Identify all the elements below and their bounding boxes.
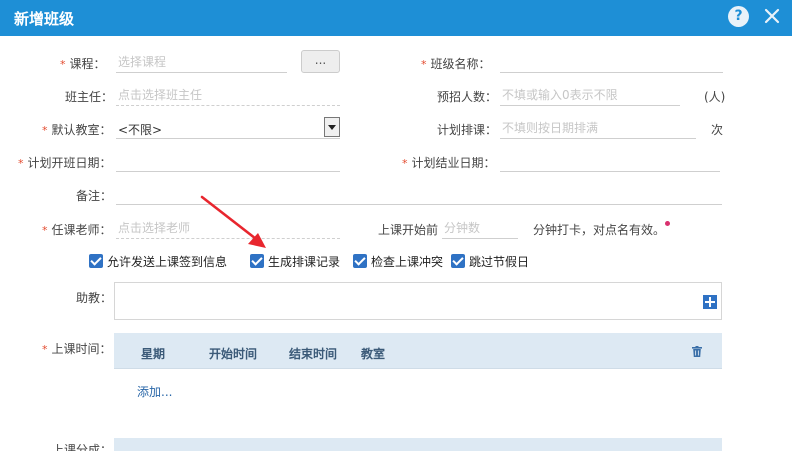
checkbox-allow-checkin-message[interactable]: 允许发送上课签到信息 xyxy=(89,253,227,269)
checkbox-checked-icon[interactable] xyxy=(353,254,367,268)
checkin-prefix: 上课开始前 xyxy=(378,223,439,237)
default-room-label: * 默认教室： xyxy=(42,123,112,137)
assistant-label: 助教： xyxy=(76,291,113,305)
header-end-time: 结束时间 xyxy=(289,347,338,361)
start-date-label: * 计划开班日期： xyxy=(18,156,112,170)
assistant-box[interactable] xyxy=(114,282,722,320)
help-icon[interactable]: ? xyxy=(728,6,749,27)
checkbox-checked-icon[interactable] xyxy=(89,254,103,268)
teacher-label: * 任课老师： xyxy=(42,223,112,237)
head-teacher-label: 班主任： xyxy=(65,90,114,104)
end-date-label: * 计划结业日期： xyxy=(402,156,496,170)
start-date-input[interactable] xyxy=(116,150,340,172)
add-assistant-plus-icon[interactable] xyxy=(703,295,717,309)
close-icon[interactable] xyxy=(762,6,782,26)
dialog-title: 新增班级 xyxy=(14,10,75,28)
chevron-down-icon[interactable] xyxy=(324,117,340,137)
next-section-label: 上课分成： xyxy=(52,443,113,451)
class-name-label: * 班级名称： xyxy=(421,57,491,71)
head-teacher-input[interactable] xyxy=(116,84,340,106)
end-date-input[interactable] xyxy=(500,150,720,172)
add-schedule-link[interactable]: 添加... xyxy=(137,383,172,400)
remark-label: 备注： xyxy=(76,189,113,203)
teacher-input[interactable] xyxy=(116,217,340,239)
course-label: * 课程： xyxy=(60,57,106,71)
expected-count-unit: (人) xyxy=(704,90,726,104)
header-room: 教室 xyxy=(361,347,386,361)
course-input[interactable] xyxy=(116,51,287,73)
select-course-button[interactable]: ... xyxy=(301,50,340,73)
header-start-time: 开始时间 xyxy=(209,347,258,361)
checkin-suffix: 分钟打卡，对点名有效。 xyxy=(533,223,666,237)
checkbox-checked-icon[interactable] xyxy=(451,254,465,268)
planned-lessons-label: 计划排课： xyxy=(437,123,498,137)
remark-input[interactable] xyxy=(116,183,722,205)
checkin-minutes-input[interactable] xyxy=(442,217,518,239)
trash-icon[interactable] xyxy=(692,346,702,357)
schedule-table-header: 星期 开始时间 结束时间 教室 xyxy=(114,333,722,369)
default-room-select[interactable]: <不限> xyxy=(116,117,340,139)
next-section-table-header xyxy=(114,438,722,451)
expected-count-label: 预招人数： xyxy=(437,90,498,104)
checkbox-generate-schedule[interactable]: 生成排课记录 xyxy=(250,253,340,269)
required-dot xyxy=(665,221,670,226)
dialog-titlebar: 新增班级 ? xyxy=(0,0,792,36)
default-room-value: <不限> xyxy=(118,123,163,137)
schedule-label: * 上课时间： xyxy=(42,342,112,356)
checkbox-skip-holidays[interactable]: 跳过节假日 xyxy=(451,253,529,269)
class-name-input[interactable] xyxy=(500,51,723,73)
expected-count-input[interactable] xyxy=(500,84,680,106)
checkbox-checked-icon[interactable] xyxy=(250,254,264,268)
planned-lessons-input[interactable] xyxy=(500,117,696,139)
header-weekday: 星期 xyxy=(141,347,166,361)
planned-lessons-unit: 次 xyxy=(711,123,724,137)
checkbox-check-conflict[interactable]: 检查上课冲突 xyxy=(353,253,443,269)
